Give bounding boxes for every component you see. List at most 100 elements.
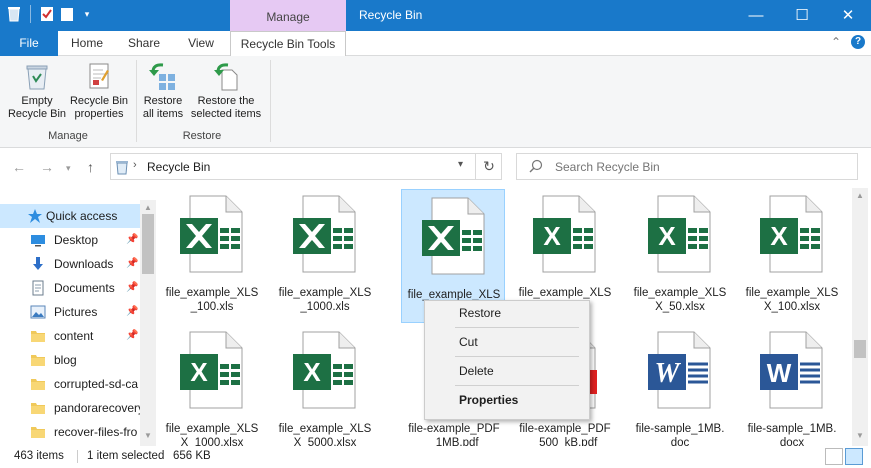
pin-icon[interactable]: 📌 [126, 276, 138, 300]
ribbon-panel: Empty Recycle Bin Recycle Bin properties… [0, 56, 871, 148]
properties-icon [83, 60, 115, 92]
file-item[interactable]: X file_example_XLS X_50.xlsx [628, 188, 732, 322]
nav-item-blog[interactable]: blog [0, 348, 142, 372]
pin-icon[interactable]: 📌 [126, 252, 138, 276]
excel-xlsx-icon: X [180, 331, 243, 409]
nav-label: recover-files-fro [54, 425, 138, 439]
tab-share[interactable]: Share [116, 31, 172, 56]
nav-label: Pictures [54, 305, 98, 319]
properties-check-icon[interactable] [39, 5, 55, 23]
nav-item-downloads[interactable]: Downloads 📌 [0, 252, 142, 276]
recycle-bin-small-icon[interactable] [6, 5, 22, 23]
nav-label: Documents [54, 281, 115, 295]
nav-item-corrupted-sd-card[interactable]: corrupted-sd-ca [0, 372, 142, 396]
file-item[interactable]: W file-sample_1MB. docx [740, 324, 844, 446]
large-icons-view-icon[interactable] [845, 448, 863, 465]
file-item[interactable]: W file-sample_1MB. doc [628, 324, 732, 446]
file-name: file-sample_1MB. doc [635, 423, 725, 446]
restore-all-button[interactable]: Restore all items [140, 60, 186, 121]
pictures-icon [30, 304, 46, 320]
nav-label: corrupted-sd-ca [54, 377, 139, 391]
content-scroll-thumb[interactable] [854, 340, 866, 358]
maximize-button[interactable]: ☐ [779, 0, 825, 31]
recent-locations-icon[interactable]: ▾ [66, 163, 71, 174]
file-item[interactable]: X file_example_XLS X_1000.xlsx [160, 324, 264, 446]
file-item[interactable]: file_example_XLS _100.xls [160, 188, 264, 322]
nav-label: blog [54, 353, 77, 367]
scroll-down-icon[interactable]: ▼ [852, 428, 868, 444]
search-icon [529, 159, 543, 173]
pin-icon[interactable]: 📌 [126, 324, 138, 348]
toolbar-separator [30, 5, 31, 23]
pin-icon[interactable]: 📌 [126, 300, 138, 324]
file-name: file_example_XLS X_1000.xlsx [165, 423, 259, 446]
nav-item-quick-access[interactable]: Quick access [0, 204, 142, 228]
tab-view[interactable]: View [172, 31, 230, 56]
details-view-icon[interactable] [825, 448, 843, 465]
nav-scroll-thumb[interactable] [142, 214, 154, 274]
folder-icon [30, 400, 46, 416]
menu-separator [455, 356, 579, 357]
nav-item-pictures[interactable]: Pictures 📌 [0, 300, 142, 324]
menu-item-restore[interactable]: Restore [427, 302, 587, 324]
empty-recycle-bin-icon [21, 60, 53, 92]
address-bar[interactable]: › Recycle Bin ▾ ↻ [110, 153, 502, 180]
help-icon[interactable]: ? [851, 35, 865, 49]
nav-label: content [54, 329, 94, 343]
nav-item-documents[interactable]: Documents 📌 [0, 276, 142, 300]
search-box[interactable] [516, 153, 858, 180]
nav-label: Desktop [54, 233, 99, 247]
group-label-manage: Manage [48, 130, 88, 142]
nav-item-desktop[interactable]: Desktop 📌 [0, 228, 142, 252]
nav-item-content[interactable]: content 📌 [0, 324, 142, 348]
search-input[interactable] [555, 158, 845, 176]
scroll-down-icon[interactable]: ▼ [140, 428, 156, 444]
context-menu: Restore Cut Delete Properties [424, 300, 590, 420]
item-count: 463 items [14, 450, 64, 462]
excel-xlsx-icon: X [648, 195, 711, 273]
nav-scrollbar[interactable]: ▲ ▼ [140, 200, 156, 446]
recycle-bin-properties-button[interactable]: Recycle Bin properties [68, 60, 130, 121]
word-docx-icon: W [760, 331, 823, 409]
restore-selected-button[interactable]: Restore the selected items [188, 60, 264, 121]
customize-toolbar-icon[interactable]: ▾ [79, 5, 95, 23]
new-folder-icon[interactable] [59, 5, 75, 23]
collapse-ribbon-icon[interactable]: ⌃ [831, 35, 841, 49]
pin-icon[interactable]: 📌 [126, 228, 138, 252]
empty-recycle-bin-button[interactable]: Empty Recycle Bin [6, 60, 68, 121]
menu-separator [455, 385, 579, 386]
forward-arrow-icon[interactable]: → [40, 159, 54, 175]
menu-item-cut[interactable]: Cut [427, 331, 587, 353]
nav-item-pandorarecovery[interactable]: pandorarecovery [0, 396, 142, 420]
context-tab-group-label: Manage [230, 0, 346, 31]
back-arrow-icon[interactable]: ← [12, 159, 26, 175]
breadcrumb[interactable]: Recycle Bin [147, 160, 210, 174]
nav-item-recover-files[interactable]: recover-files-fro [0, 420, 142, 444]
file-name: file-sample_1MB. docx [747, 423, 837, 446]
close-button[interactable]: ✕ [825, 0, 871, 31]
address-dropdown-icon[interactable]: ▾ [458, 159, 463, 170]
content-scrollbar[interactable]: ▲ ▼ [852, 188, 868, 446]
navigation-pane: Quick access Desktop 📌 Downloads 📌 Docum… [0, 200, 156, 446]
file-item[interactable]: file_example_XLS _1000.xls [273, 188, 377, 322]
folder-icon [30, 352, 46, 368]
minimize-button[interactable]: — [733, 0, 779, 31]
tab-file[interactable]: File [0, 31, 58, 56]
desktop-icon [30, 232, 46, 248]
restore-sel-line1: Restore the [197, 95, 255, 107]
menu-item-delete[interactable]: Delete [427, 360, 587, 382]
empty-line1: Empty [21, 95, 53, 107]
menu-item-properties[interactable]: Properties [427, 389, 587, 411]
breadcrumb-chevron-icon[interactable]: › [133, 159, 137, 171]
up-arrow-icon[interactable]: ↑ [87, 159, 94, 175]
file-item[interactable]: X file_example_XLS X_100.xlsx [740, 188, 844, 322]
ribbon-tabs: File Home Share View Recycle Bin Tools ⌃… [0, 31, 871, 57]
file-name: file_example_XLS X_100.xlsx [745, 287, 839, 313]
tab-home[interactable]: Home [58, 31, 116, 56]
scroll-up-icon[interactable]: ▲ [852, 188, 868, 204]
tab-recycle-bin-tools[interactable]: Recycle Bin Tools [230, 31, 346, 57]
group-label-restore: Restore [182, 130, 222, 142]
refresh-button[interactable]: ↻ [475, 154, 502, 179]
file-item[interactable]: X file_example_XLS X_5000.xlsx [273, 324, 377, 446]
star-icon [27, 208, 43, 224]
